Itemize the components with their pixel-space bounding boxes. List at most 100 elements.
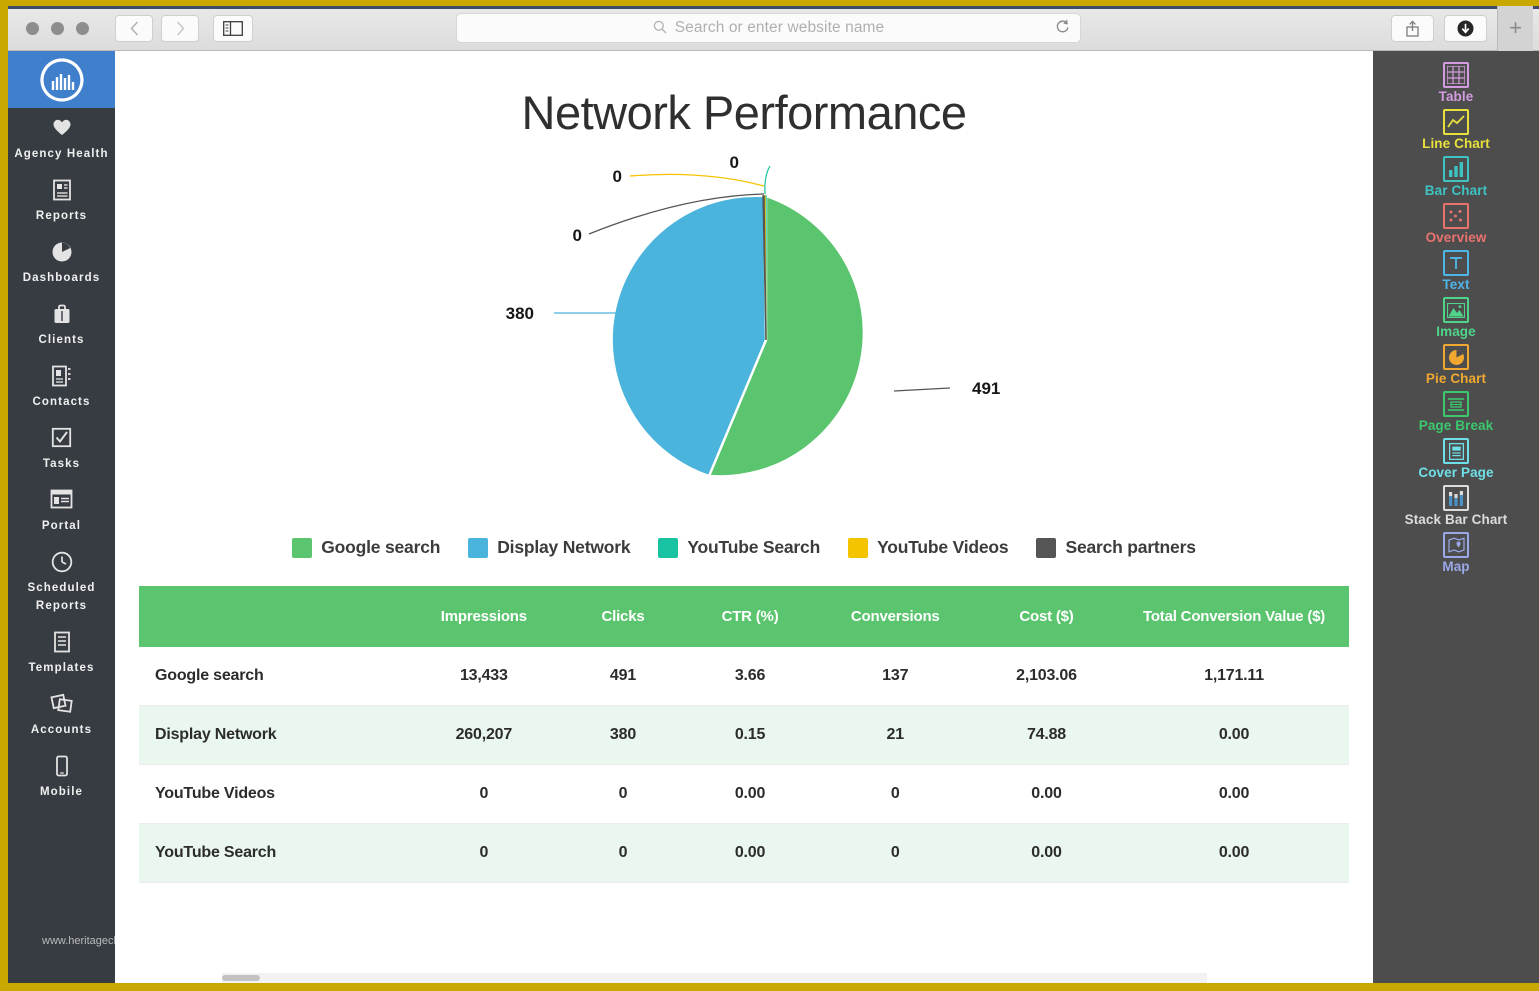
cell-impressions: 0: [479, 785, 489, 802]
cell-clicks: 0: [618, 844, 628, 861]
minimize-window-button[interactable]: [51, 21, 64, 35]
column-header-total-conversion-value[interactable]: Total Conversion Value ($): [1119, 586, 1349, 647]
cell-name: YouTube Search: [155, 844, 277, 861]
widget-bar-chart[interactable]: Bar Chart: [1373, 153, 1539, 200]
new-tab-button[interactable]: +: [1497, 6, 1533, 51]
bar-chart-icon: [1443, 156, 1469, 182]
sidebar-toggle-button[interactable]: [213, 14, 253, 42]
browser-actions: +: [1391, 6, 1533, 51]
sidebar-item-tasks[interactable]: Tasks: [8, 418, 115, 480]
widget-rail: Table Line Chart Bar Chart Overview Text…: [1373, 51, 1539, 983]
table-row: YouTube Search 0 0 0.00 0 0.00 0.00: [139, 823, 1349, 883]
download-button[interactable]: [1444, 14, 1487, 42]
legend-item[interactable]: Search partners: [1036, 537, 1196, 558]
cell-impressions: 0: [479, 844, 489, 861]
widget-label: Page Break: [1418, 418, 1494, 433]
cell-clicks: 0: [618, 785, 628, 802]
page-frame: Search or enter website name + Agency He…: [0, 0, 1539, 991]
sidebar-item-label: Portal: [41, 520, 82, 532]
contacts-book-icon: [10, 365, 113, 387]
search-icon: [653, 20, 667, 37]
widget-stack-bar-chart[interactable]: Stack Bar Chart: [1373, 482, 1539, 529]
back-button[interactable]: [115, 14, 153, 42]
image-icon: [1443, 297, 1469, 323]
widget-text[interactable]: Text: [1373, 247, 1539, 294]
sidebar-item-contacts[interactable]: Contacts: [8, 356, 115, 418]
legend-item[interactable]: YouTube Search: [658, 537, 820, 558]
pie-label-google-search: 491: [972, 379, 1000, 398]
widget-table[interactable]: Table: [1373, 59, 1539, 106]
cell-name: Display Network: [155, 726, 277, 743]
sidebar-item-templates[interactable]: Templates: [8, 622, 115, 684]
legend-item[interactable]: Display Network: [468, 537, 631, 558]
page-title: Network Performance: [521, 86, 968, 139]
widget-label: Line Chart: [1422, 136, 1490, 151]
address-bar[interactable]: Search or enter website name: [456, 13, 1081, 43]
analytics-logo-icon: [39, 57, 83, 102]
sidebar-item-label: Mobile: [39, 786, 83, 798]
phone-icon: [10, 755, 113, 777]
column-header-conversions[interactable]: Conversions: [816, 586, 974, 647]
cell-conversions: 137: [882, 667, 909, 684]
legend-label: YouTube Videos: [877, 537, 1009, 557]
pie-chart-container: 491 380 0 0 0: [115, 146, 1373, 531]
sidebar-item-scheduled-reports[interactable]: Scheduled Reports: [8, 542, 115, 622]
sidebar-item-clients[interactable]: Clients: [8, 294, 115, 356]
pie-chart[interactable]: 491 380 0 0 0: [434, 146, 1054, 526]
share-icon: [1406, 19, 1419, 37]
legend-item[interactable]: YouTube Videos: [848, 537, 1009, 558]
column-header-impressions[interactable]: Impressions: [405, 586, 563, 647]
clock-icon: [10, 551, 113, 573]
widget-map[interactable]: Map: [1373, 529, 1539, 576]
column-header-clicks[interactable]: Clicks: [562, 586, 684, 647]
widget-image[interactable]: Image: [1373, 294, 1539, 341]
report-icon: [10, 179, 113, 201]
table-row: YouTube Videos 0 0 0.00 0 0.00 0.00: [139, 765, 1349, 824]
cell-name: Google search: [155, 667, 264, 684]
widget-label: Table: [1438, 89, 1474, 104]
reload-icon[interactable]: [1055, 18, 1070, 39]
cell-value: 0.00: [1218, 785, 1250, 802]
widget-page-break[interactable]: Page Break: [1373, 388, 1539, 435]
cell-conversions: 21: [886, 726, 905, 743]
legend-swatch-google-search: [292, 537, 313, 558]
window-controls[interactable]: [26, 21, 89, 35]
widget-label: Bar Chart: [1424, 183, 1488, 198]
horizontal-scrollbar[interactable]: [222, 973, 1207, 983]
column-header-ctr[interactable]: CTR (%): [683, 586, 817, 647]
browser-toolbar: Search or enter website name +: [8, 6, 1539, 51]
widget-line-chart[interactable]: Line Chart: [1373, 106, 1539, 153]
sidebar-item-label: Contacts: [32, 396, 91, 408]
forward-button[interactable]: [161, 14, 199, 42]
widget-pie-chart[interactable]: Pie Chart: [1373, 341, 1539, 388]
widget-overview[interactable]: Overview: [1373, 200, 1539, 247]
watermark-text: www.heritagechristiancollege.com: [42, 935, 115, 947]
sidebar-item-accounts[interactable]: Accounts: [8, 684, 115, 746]
sidebar-item-label: Dashboards: [22, 272, 101, 284]
widget-cover-page[interactable]: Cover Page: [1373, 435, 1539, 482]
share-button[interactable]: [1391, 14, 1434, 42]
widget-label: Map: [1442, 559, 1470, 574]
maximize-window-button[interactable]: [76, 21, 89, 35]
sidebar-item-portal[interactable]: Portal: [8, 480, 115, 542]
table-header-row: Impressions Clicks CTR (%) Conversions C…: [139, 586, 1349, 647]
legend-item[interactable]: Google search: [292, 537, 440, 558]
column-header-cost[interactable]: Cost ($): [973, 586, 1120, 647]
scrollbar-thumb[interactable]: [222, 975, 260, 981]
close-window-button[interactable]: [26, 21, 39, 35]
cell-ctr: 3.66: [734, 667, 766, 684]
sidebar-item-mobile[interactable]: Mobile: [8, 746, 115, 808]
widget-label: Image: [1436, 324, 1476, 339]
map-pin-icon: [1443, 532, 1469, 558]
cell-value: 1,171.11: [1204, 667, 1264, 684]
pie-label-youtube-videos: 0: [613, 167, 622, 186]
table-row: Display Network 260,207 380 0.15 21 74.8…: [139, 705, 1349, 765]
legend-label: YouTube Search: [687, 537, 821, 557]
column-header-name[interactable]: [139, 586, 406, 647]
legend-label: Search partners: [1065, 537, 1196, 557]
app-logo[interactable]: [8, 51, 115, 108]
chart-legend: Google search Display Network YouTube Se…: [115, 537, 1373, 558]
sidebar-item-dashboards[interactable]: Dashboards: [8, 232, 115, 294]
sidebar-item-agency-health[interactable]: Agency Health: [8, 108, 115, 170]
sidebar-item-reports[interactable]: Reports: [8, 170, 115, 232]
